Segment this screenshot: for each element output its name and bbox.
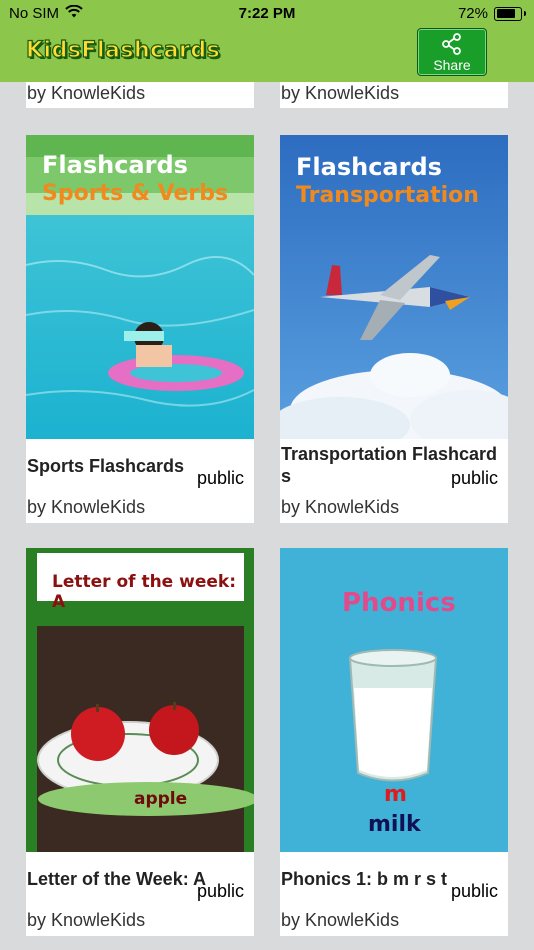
cover-heading: Letter of the week: A [52, 572, 236, 612]
cover-letter: m [384, 782, 407, 807]
card-sports-flashcards[interactable]: Flashcards Sports & Verbs Sports Flashca… [26, 135, 254, 523]
battery-percent: 72% [457, 5, 488, 22]
card-transportation-flashcards[interactable]: Flashcards Transportation Transportation… [280, 135, 508, 523]
cover-heading: Phonics [342, 588, 456, 618]
cover-heading: Flashcards [296, 153, 442, 181]
card-cover-image: Phonics m milk [280, 548, 508, 852]
card-author: by KnowleKids [281, 910, 400, 930]
card-partial-right[interactable]: by KnowleKids [280, 82, 508, 108]
card-author: by KnowleKids [281, 497, 400, 517]
card-visibility: public [196, 881, 244, 901]
card-author: by KnowleKids [27, 910, 146, 930]
battery-icon [494, 6, 526, 21]
cover-heading: Flashcards [42, 151, 188, 179]
card-visibility: public [196, 468, 244, 488]
card-cover-image: Letter of the week: A apple [26, 548, 254, 852]
card-visibility: public [450, 468, 498, 488]
nav-bar: KidsFlashcards Share [0, 28, 534, 82]
card-cover-image: Flashcards Sports & Verbs [26, 135, 254, 439]
cover-subheading: apple [134, 789, 188, 809]
share-icon [442, 33, 461, 55]
card-author: by KnowleKids [281, 83, 400, 103]
cover-subheading: Transportation [296, 183, 479, 208]
cover-subheading: Sports & Verbs [42, 181, 229, 206]
card-author: by KnowleKids [27, 83, 146, 103]
card-letter-of-the-week[interactable]: Letter of the week: A apple Letter of th… [26, 548, 254, 936]
cover-word: milk [368, 812, 421, 837]
card-partial-left[interactable]: by KnowleKids [26, 82, 254, 108]
app-logo: KidsFlashcards [25, 37, 221, 63]
card-author: by KnowleKids [27, 497, 146, 517]
card-phonics[interactable]: Phonics m milk Phonics 1: b m r s t publ… [280, 548, 508, 936]
card-visibility: public [450, 881, 498, 901]
clock: 7:22 PM [238, 5, 296, 22]
status-bar: No SIM 7:22 PM 72% [0, 0, 534, 28]
card-cover-image: Flashcards Transportation [280, 135, 508, 439]
share-button[interactable]: Share [417, 28, 487, 76]
share-label: Share [433, 57, 471, 73]
